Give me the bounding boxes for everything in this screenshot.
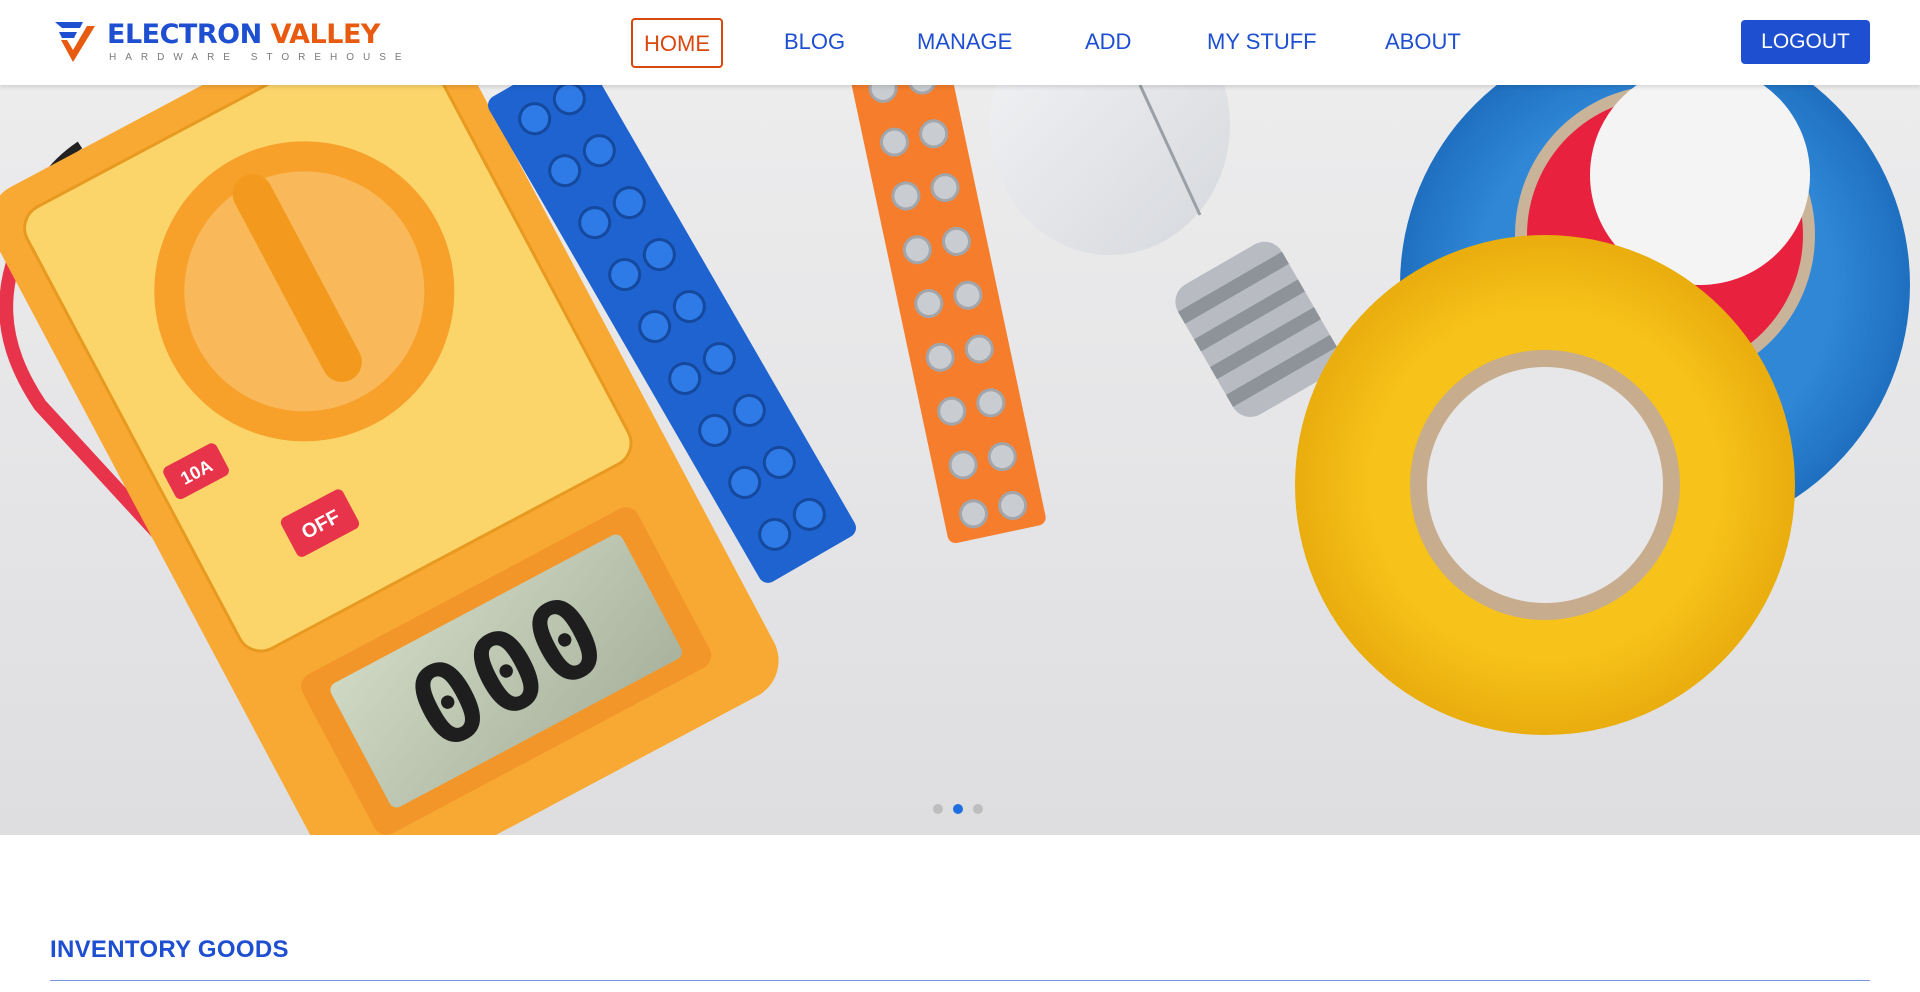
section-divider [50,980,1870,981]
carousel-dot-2[interactable] [953,804,963,814]
nav-manage[interactable]: MANAGE [917,18,1012,68]
section-title: INVENTORY GOODS [50,936,289,963]
yellow-tape-roll [1295,235,1795,735]
multimeter: 000 OFF 10A [0,85,779,835]
nav-add[interactable]: ADD [1085,18,1131,68]
brand-name: ELECTRON VALLEY [107,18,380,52]
light-bulb [990,85,1340,417]
nav-my-stuff[interactable]: MY STUFF [1207,18,1317,68]
carousel-dot-3[interactable] [973,804,983,814]
brand-tagline: HARDWARE STOREHOUSE [109,52,411,63]
brand-name-part2: VALLEY [270,19,381,50]
nav-about[interactable]: ABOUT [1385,18,1461,68]
top-navbar: ELECTRON VALLEY HARDWARE STOREHOUSE HOME… [0,0,1920,85]
lightning-check-icon [55,22,95,62]
nav-blog[interactable]: BLOG [784,18,845,68]
logout-button[interactable]: LOGOUT [1741,20,1870,64]
nav-home[interactable]: HOME [631,18,723,68]
hero-carousel-slide: 000 OFF 10A [0,85,1920,835]
hero-image: 000 OFF 10A [0,85,1910,835]
carousel-dot-1[interactable] [933,804,943,814]
brand-name-part1: ELECTRON [107,19,262,50]
brand-logo[interactable]: ELECTRON VALLEY HARDWARE STOREHOUSE [53,18,402,68]
